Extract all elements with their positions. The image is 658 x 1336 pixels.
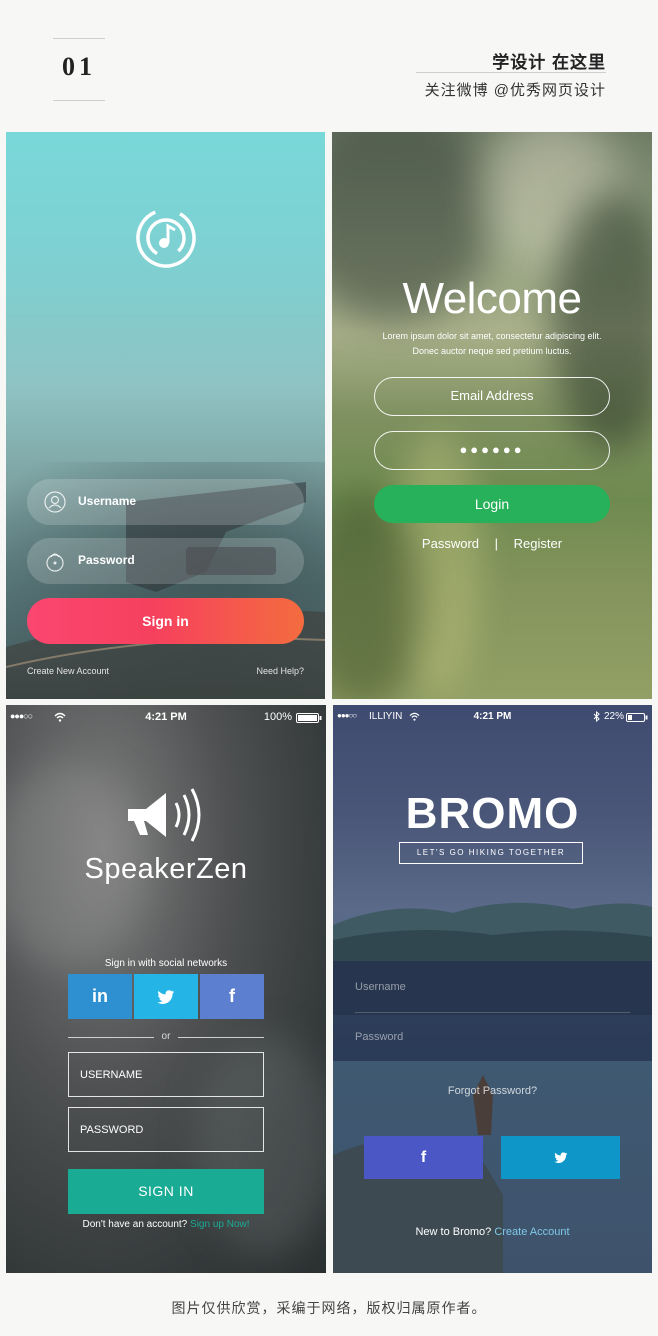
password-field[interactable]: Password [27,538,304,584]
create-account-link[interactable]: Create New Account [27,666,109,676]
facebook-button[interactable]: f [200,974,264,1019]
welcome-text-line-2: Donec auctor neque sed pretium luctus. [412,346,572,356]
email-field[interactable]: Email Address [374,377,610,416]
forgot-password-link[interactable]: Forgot Password? [333,1085,652,1097]
music-note-icon [136,208,196,268]
number-rule-top [53,38,105,39]
twitter-icon [157,989,175,1004]
password-field[interactable]: ●●●●●● [374,431,610,470]
brand-tagline: LET'S GO HIKING TOGETHER [399,842,583,864]
username-field[interactable]: USERNAME [68,1052,264,1097]
register-link[interactable]: Register [514,536,562,551]
password-placeholder: Password [78,553,135,567]
new-user-text: New to Bromo? [415,1226,492,1238]
megaphone-icon [128,788,201,842]
battery-icon [626,713,648,722]
brand-name: SpeakerZen [84,853,248,885]
linkedin-button[interactable]: in [68,974,132,1019]
or-divider: or [68,1031,264,1043]
link-divider: | [494,536,499,551]
login-screen-3: ●●●○○ 4:21 PM 100% SpeakerZen Sign in wi… [6,705,326,1273]
auth-links: Password | Register [332,536,652,551]
create-account-prompt: New to Bromo? Create Account [333,1226,652,1238]
username-placeholder: Username [78,494,137,508]
battery-level: 22% [603,711,624,722]
bluetooth-icon [593,711,600,722]
field-separator [355,1012,630,1013]
section-number: 01 [62,52,96,81]
login-button[interactable]: Login [374,485,610,523]
twitter-button[interactable] [501,1136,620,1179]
password-link[interactable]: Password [422,536,479,551]
welcome-title: Welcome [402,274,582,323]
header-rule [416,72,606,73]
need-help-link[interactable]: Need Help? [256,666,304,676]
username-field[interactable]: Username [27,479,304,525]
password-field[interactable]: Password [355,1031,403,1043]
landscape-image [333,902,652,1273]
battery-icon [296,713,322,723]
battery-level: 100% [263,711,292,723]
header-subtitle: 关注微博 @优秀网页设计 [424,82,606,99]
no-account-text: Don't have an account? [82,1219,188,1230]
facebook-button[interactable]: f [364,1136,483,1179]
signup-link[interactable]: Sign up Now! [190,1219,249,1230]
login-screen-4: ●●●○○ ILLIYIN 4:21 PM 22% BROMO LET'S GO… [333,705,652,1273]
social-caption: Sign in with social networks [104,958,228,969]
login-screen-1: Username Password Sign in Create New Acc… [6,132,325,699]
create-account-link[interactable]: Create Account [494,1226,569,1238]
welcome-text-line-1: Lorem ipsum dolor sit amet, consectetur … [382,331,602,341]
number-rule-bottom [53,100,105,101]
username-field[interactable]: Username [355,981,406,993]
status-bar: ●●●○○ ILLIYIN 4:21 PM 22% [333,711,652,725]
user-icon [44,491,66,513]
login-form-band [333,961,652,1061]
header-title: 学设计 在这里 [492,53,606,72]
twitter-button[interactable] [134,974,198,1019]
login-screen-2: Welcome Lorem ipsum dolor sit amet, cons… [332,132,652,699]
signup-prompt: Don't have an account? Sign up Now! [6,1219,326,1230]
twitter-icon [553,1152,567,1163]
footer-caption: 图片仅供欣赏，采编于网络，版权归属原作者。 [171,1300,487,1316]
password-field[interactable]: PASSWORD [68,1107,264,1152]
sign-in-button[interactable]: SIGN IN [68,1169,264,1214]
lock-icon [46,553,64,572]
brand-logo: BROMO [405,789,580,838]
status-bar: ●●●○○ 4:21 PM 100% [6,711,326,725]
sign-in-button[interactable]: Sign in [27,598,304,644]
